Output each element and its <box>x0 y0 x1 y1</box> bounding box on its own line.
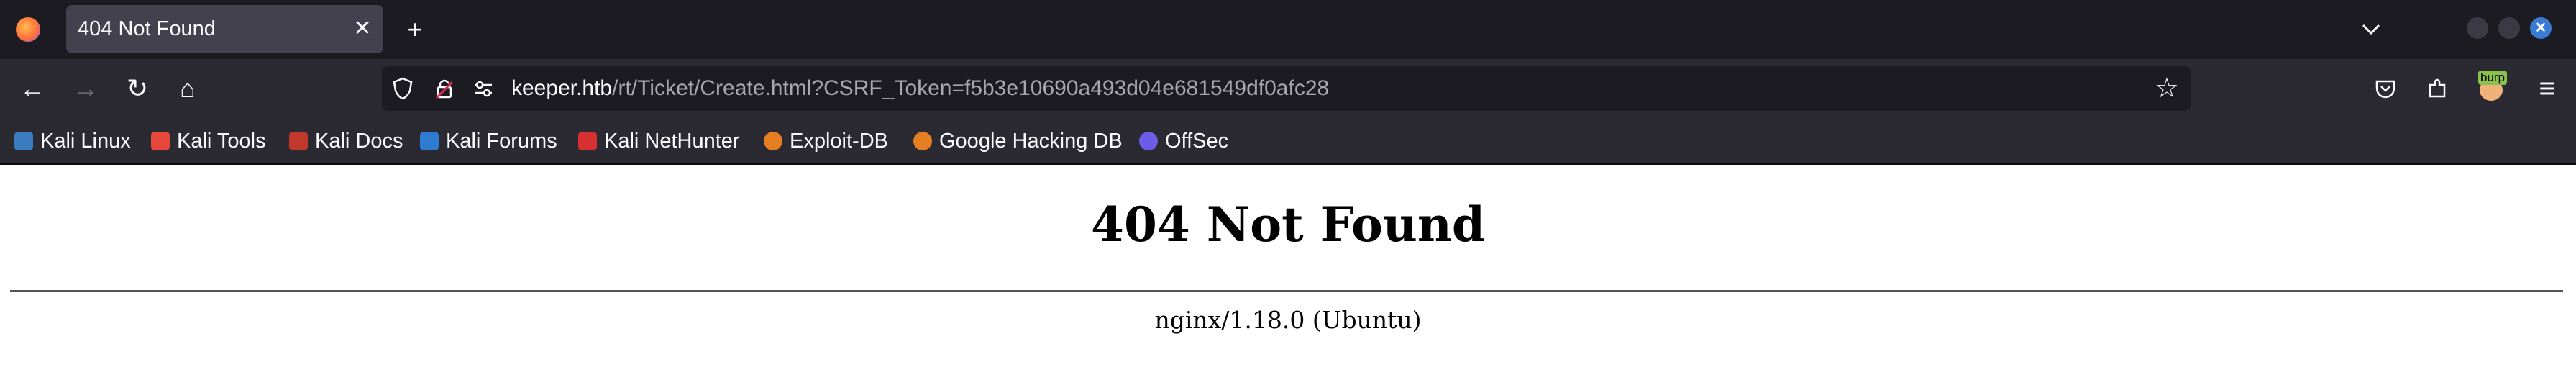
bookmark-label: Kali NetHunter <box>604 130 740 153</box>
page-title: 404 Not Found <box>1091 196 1485 253</box>
bookmark-kali-nethunter[interactable]: Kali NetHunter <box>578 119 740 163</box>
exploit-db-icon <box>764 132 782 150</box>
close-window-button[interactable]: ✕ <box>2530 17 2552 39</box>
forward-button[interactable]: → <box>66 69 105 108</box>
bookmark-label: Google Hacking DB <box>939 130 1123 153</box>
back-button[interactable]: ← <box>13 69 52 108</box>
minimize-window-button[interactable] <box>2467 17 2488 39</box>
url-host: keeper.htb <box>511 76 613 100</box>
page-content: 404 Not Found nginx/1.18.0 (Ubuntu) <box>0 165 2576 380</box>
kali-nethunter-icon <box>578 132 597 150</box>
new-tab-button[interactable]: + <box>396 10 434 49</box>
offsec-icon <box>1139 132 1158 150</box>
reload-button[interactable]: ↻ <box>118 69 157 108</box>
url-text[interactable]: keeper.htb/rt/Ticket/Create.html?CSRF_To… <box>511 66 1329 111</box>
bookmark-star-icon[interactable]: ☆ <box>2155 66 2179 111</box>
bookmark-label: Kali Linux <box>40 130 131 153</box>
maximize-window-button[interactable] <box>2498 17 2520 39</box>
bookmark-google-hacking-db[interactable]: Google Hacking DB <box>913 119 1123 163</box>
divider <box>10 290 2563 292</box>
bookmark-kali-tools[interactable]: Kali Tools <box>151 119 266 163</box>
bookmark-offsec[interactable]: OffSec <box>1139 119 1228 163</box>
url-bar[interactable]: keeper.htb/rt/Ticket/Create.html?CSRF_To… <box>382 66 2191 111</box>
app-menu-button[interactable]: ≡ <box>2531 70 2563 107</box>
bookmark-kali-forums[interactable]: Kali Forums <box>420 119 557 163</box>
bookmark-label: Exploit-DB <box>790 130 888 153</box>
firefox-logo-icon[interactable] <box>16 17 40 42</box>
bookmark-label: Kali Tools <box>177 130 266 153</box>
extensions-icon[interactable] <box>2425 76 2449 101</box>
insecure-lock-icon[interactable] <box>432 76 457 101</box>
kali-forums-icon <box>420 132 439 150</box>
tab-active[interactable]: 404 Not Found ✕ <box>66 5 383 53</box>
bookmark-exploit-db[interactable]: Exploit-DB <box>764 119 888 163</box>
tab-close-icon[interactable]: ✕ <box>350 17 375 41</box>
pocket-icon[interactable] <box>2373 76 2398 101</box>
kali-tools-icon <box>151 132 170 150</box>
tab-title: 404 Not Found <box>78 17 216 40</box>
list-all-tabs-icon[interactable] <box>2352 9 2390 48</box>
url-path: /rt/Ticket/Create.html?CSRF_Token=f5b3e1… <box>612 76 1330 100</box>
tab-bar: 404 Not Found ✕ + ✕ <box>0 0 2576 59</box>
site-permissions-icon[interactable] <box>471 76 495 101</box>
burp-extension-icon[interactable]: burp <box>2475 71 2508 102</box>
bookmark-kali-docs[interactable]: Kali Docs <box>289 119 403 163</box>
bookmark-label: OffSec <box>1165 130 1229 153</box>
home-button[interactable]: ⌂ <box>168 69 207 108</box>
bookmark-label: Kali Forums <box>446 130 557 153</box>
kali-dragon-icon <box>14 132 33 150</box>
google-hacking-db-icon <box>913 132 932 150</box>
server-signature: nginx/1.18.0 (Ubuntu) <box>1154 306 1422 334</box>
burp-badge: burp <box>2478 71 2508 85</box>
tracking-protection-shield-icon[interactable] <box>390 76 415 101</box>
bookmark-label: Kali Docs <box>315 130 403 153</box>
kali-docs-icon <box>289 132 308 150</box>
bookmark-kali-linux[interactable]: Kali Linux <box>14 119 131 163</box>
